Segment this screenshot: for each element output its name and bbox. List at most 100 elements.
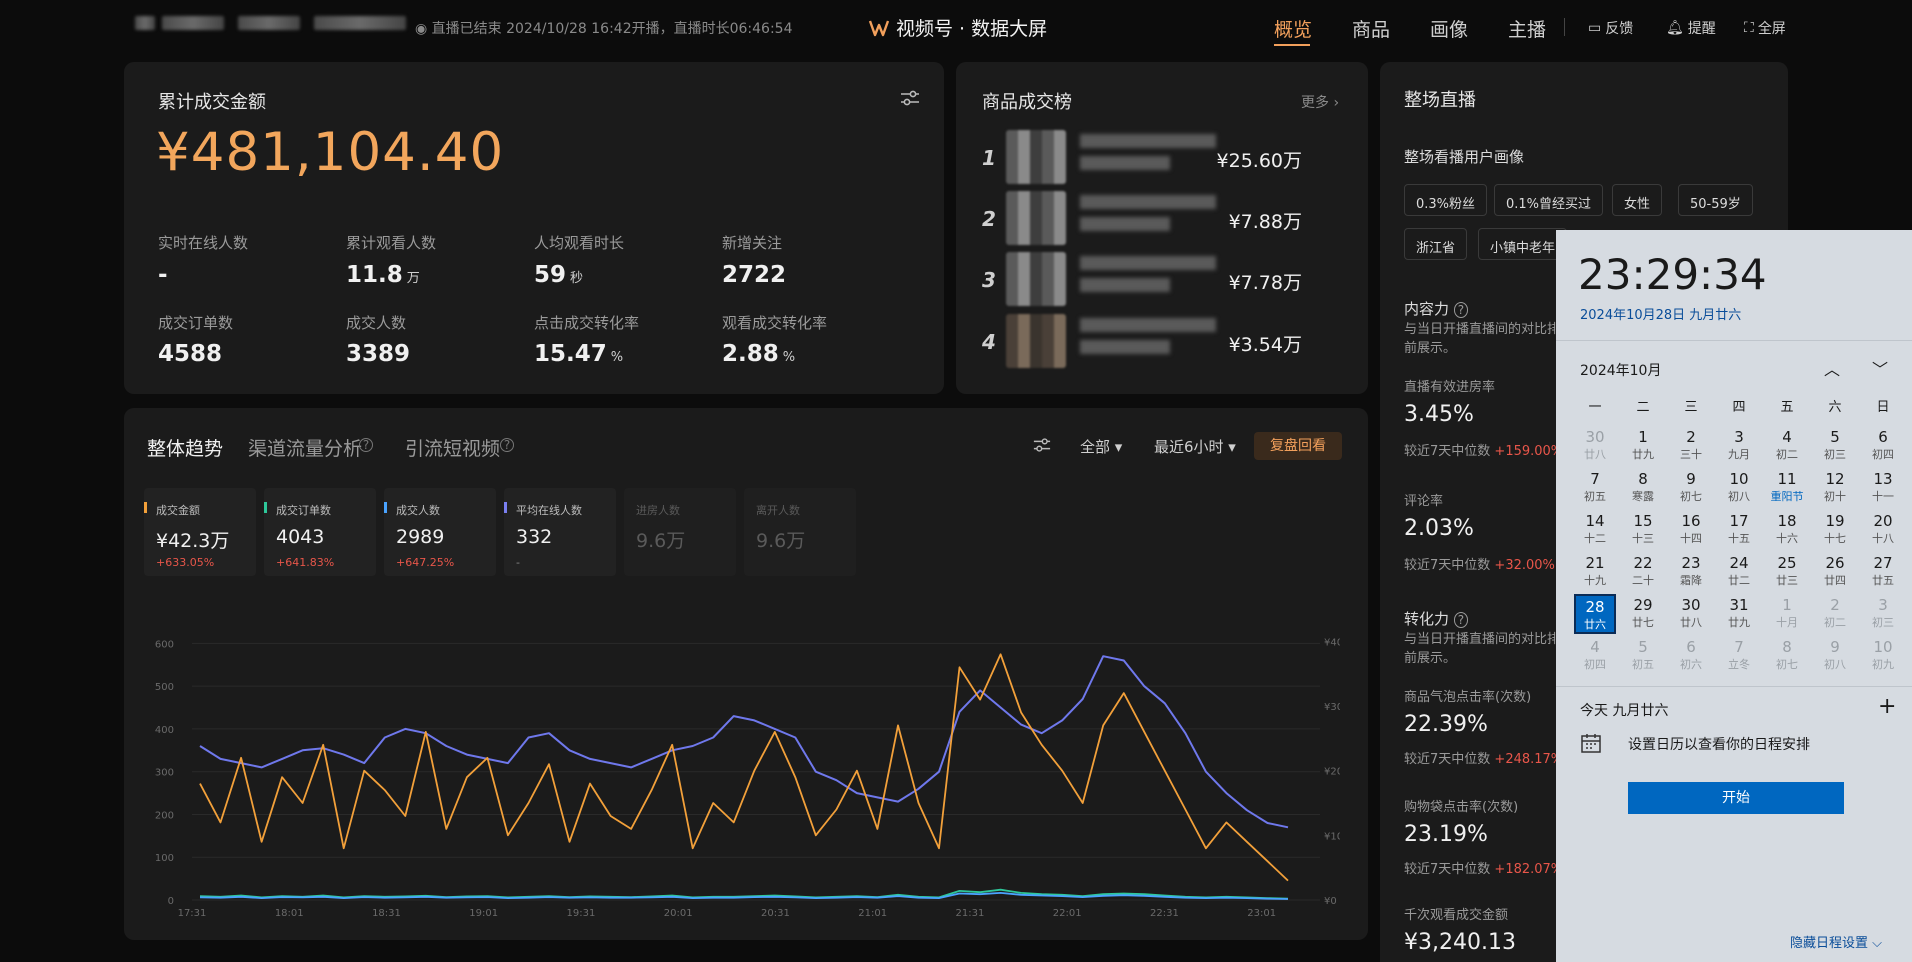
calendar-day[interactable]: 1 十月 [1766, 594, 1808, 634]
metric-change: +647.25% [396, 556, 455, 569]
review-replay-button[interactable]: 复盘回看 [1254, 432, 1342, 460]
day-number: 24 [1729, 554, 1749, 572]
remind-button[interactable]: 🔔︎ 提醒 [1666, 18, 1716, 38]
calendar-day[interactable]: 3 初三 [1862, 594, 1904, 634]
calendar-day[interactable]: 6 初六 [1670, 636, 1712, 676]
lunar-day: 初四 [1872, 448, 1894, 461]
calendar-day[interactable]: 8 初七 [1766, 636, 1808, 676]
clock-date[interactable]: 2024年10月28日 九月廿六 [1580, 304, 1741, 323]
calendar-day[interactable]: 13 十一 [1862, 468, 1904, 508]
calendar-day[interactable]: 20 十八 [1862, 510, 1904, 550]
chevron-down-icon[interactable]: ﹀ [1872, 356, 1888, 380]
calendar-day[interactable]: 9 初八 [1814, 636, 1856, 676]
calendar-day[interactable]: 23 霜降 [1670, 552, 1712, 592]
calendar-day[interactable]: 24 廿二 [1718, 552, 1760, 592]
calendar-day[interactable]: 26 廿四 [1814, 552, 1856, 592]
start-button[interactable]: 开始 [1628, 782, 1844, 814]
brand-title: 视频号 · 数据大屏 [868, 14, 1047, 41]
calendar-day[interactable]: 3 九月 [1718, 426, 1760, 466]
tab-overall-trend[interactable]: 整体趋势 [147, 434, 223, 461]
chart-settings-icon[interactable] [1032, 436, 1052, 454]
lunar-day: 廿七 [1632, 616, 1654, 629]
calendar-day[interactable]: 8 寒露 [1622, 468, 1664, 508]
calendar-day-today[interactable]: 28 廿六 [1574, 594, 1616, 634]
nav-products[interactable]: 商品 [1352, 15, 1390, 42]
series-color-marker [504, 502, 507, 513]
rank-number: 3 [982, 268, 996, 292]
stat-value: 11.8 万 [346, 262, 420, 288]
calendar-day[interactable]: 25 廿三 [1766, 552, 1808, 592]
calendar-day[interactable]: 31 廿九 [1718, 594, 1760, 634]
calendar-day[interactable]: 7 立冬 [1718, 636, 1760, 676]
calendar-day[interactable]: 19 十七 [1814, 510, 1856, 550]
metric-value: 2989 [396, 526, 445, 548]
metric-card-enter[interactable]: 进房人数 9.6万 [624, 488, 736, 576]
y-tick-label: 300 [155, 768, 174, 779]
time-range-dropdown[interactable]: 最近6小时 ▾ [1154, 436, 1236, 457]
x-tick-label: 19:01 [469, 908, 498, 919]
metric-card-orders[interactable]: 成交订单数 4043 +641.83% [264, 488, 376, 576]
weekday-label: 二 [1636, 400, 1650, 415]
calendar-day[interactable]: 30 廿八 [1574, 426, 1616, 466]
calendar-month-label[interactable]: 2024年10月 [1580, 360, 1661, 380]
calendar-day[interactable]: 9 初七 [1670, 468, 1712, 508]
conversion-power-note: 与当日开播直播间的对比排前展示。 [1404, 632, 1561, 666]
help-icon[interactable]: ? [500, 438, 514, 452]
calendar-day[interactable]: 17 十五 [1718, 510, 1760, 550]
calendar-day[interactable]: 1 廿九 [1622, 426, 1664, 466]
day-number: 6 [1686, 638, 1696, 656]
remind-label: 提醒 [1687, 21, 1716, 37]
feedback-button[interactable]: ▭ 反馈 [1588, 18, 1633, 38]
nav-overview[interactable]: 概览 [1274, 15, 1312, 42]
stat-label: 累计观看人数 [346, 234, 437, 252]
calendar-day[interactable]: 18 十六 [1766, 510, 1808, 550]
fullscreen-button[interactable]: ⛶ 全屏 [1744, 18, 1786, 38]
metric-card-buyers[interactable]: 成交人数 2989 +647.25% [384, 488, 496, 576]
calendar-day[interactable]: 21 十九 [1574, 552, 1616, 592]
metric-card-avg-online[interactable]: 平均在线人数 332 - [504, 488, 616, 576]
metric-value: 3.45% [1404, 402, 1474, 427]
calendar-day[interactable]: 2 初二 [1814, 594, 1856, 634]
chevron-up-icon[interactable]: ︿ [1824, 356, 1840, 380]
calendar-day[interactable]: 2 三十 [1670, 426, 1712, 466]
calendar-day[interactable]: 6 初四 [1862, 426, 1904, 466]
metric-value: 4043 [276, 526, 325, 548]
calendar-day[interactable]: 10 初九 [1862, 636, 1904, 676]
help-icon[interactable]: ? [1453, 612, 1469, 628]
calendar-day[interactable]: 14 十二 [1574, 510, 1616, 550]
metric-card-gmv[interactable]: 成交金额 ¥42.3万 +633.05% [144, 488, 256, 576]
calendar-day[interactable]: 22 二十 [1622, 552, 1664, 592]
calendar-day[interactable]: 12 初十 [1814, 468, 1856, 508]
add-event-icon[interactable]: + [1878, 694, 1896, 719]
calendar-day[interactable]: 10 初八 [1718, 468, 1760, 508]
lunar-day: 初二 [1776, 448, 1798, 461]
hide-schedule-link[interactable]: 隐藏日程设置 ⌵ [1790, 932, 1882, 951]
weekday-label: 五 [1780, 400, 1794, 415]
calendar-day[interactable]: 11 重阳节 [1766, 468, 1808, 508]
metric-change: +641.83% [276, 556, 335, 569]
calendar-day[interactable]: 27 廿五 [1862, 552, 1904, 592]
tab-channel-traffic[interactable]: 渠道流量分析 [248, 434, 362, 461]
day-number: 13 [1873, 470, 1893, 488]
nav-portrait[interactable]: 画像 [1430, 15, 1468, 42]
stat-label: 新增关注 [722, 234, 783, 252]
calendar-day[interactable]: 15 十三 [1622, 510, 1664, 550]
nav-anchor[interactable]: 主播 [1508, 15, 1546, 42]
calendar-day[interactable]: 29 廿七 [1622, 594, 1664, 634]
filter-settings-icon[interactable] [899, 88, 921, 108]
calendar-day[interactable]: 5 初三 [1814, 426, 1856, 466]
metric-card-leave[interactable]: 离开人数 9.6万 [744, 488, 856, 576]
calendar-day[interactable]: 7 初五 [1574, 468, 1616, 508]
calendar-day[interactable]: 30 廿八 [1670, 594, 1712, 634]
calendar-day[interactable]: 16 十四 [1670, 510, 1712, 550]
calendar-day[interactable]: 4 初二 [1766, 426, 1808, 466]
day-number: 30 [1585, 428, 1605, 446]
tab-short-video[interactable]: 引流短视频 [405, 434, 500, 461]
ranking-more-link[interactable]: 更多 › [1301, 92, 1339, 112]
calendar-day[interactable]: 4 初四 [1574, 636, 1616, 676]
stat-label: 点击成交转化率 [534, 314, 640, 332]
help-icon[interactable]: ? [1453, 302, 1469, 318]
help-icon[interactable]: ? [359, 438, 373, 452]
calendar-day[interactable]: 5 初五 [1622, 636, 1664, 676]
filter-all-dropdown[interactable]: 全部 ▾ [1080, 436, 1122, 457]
